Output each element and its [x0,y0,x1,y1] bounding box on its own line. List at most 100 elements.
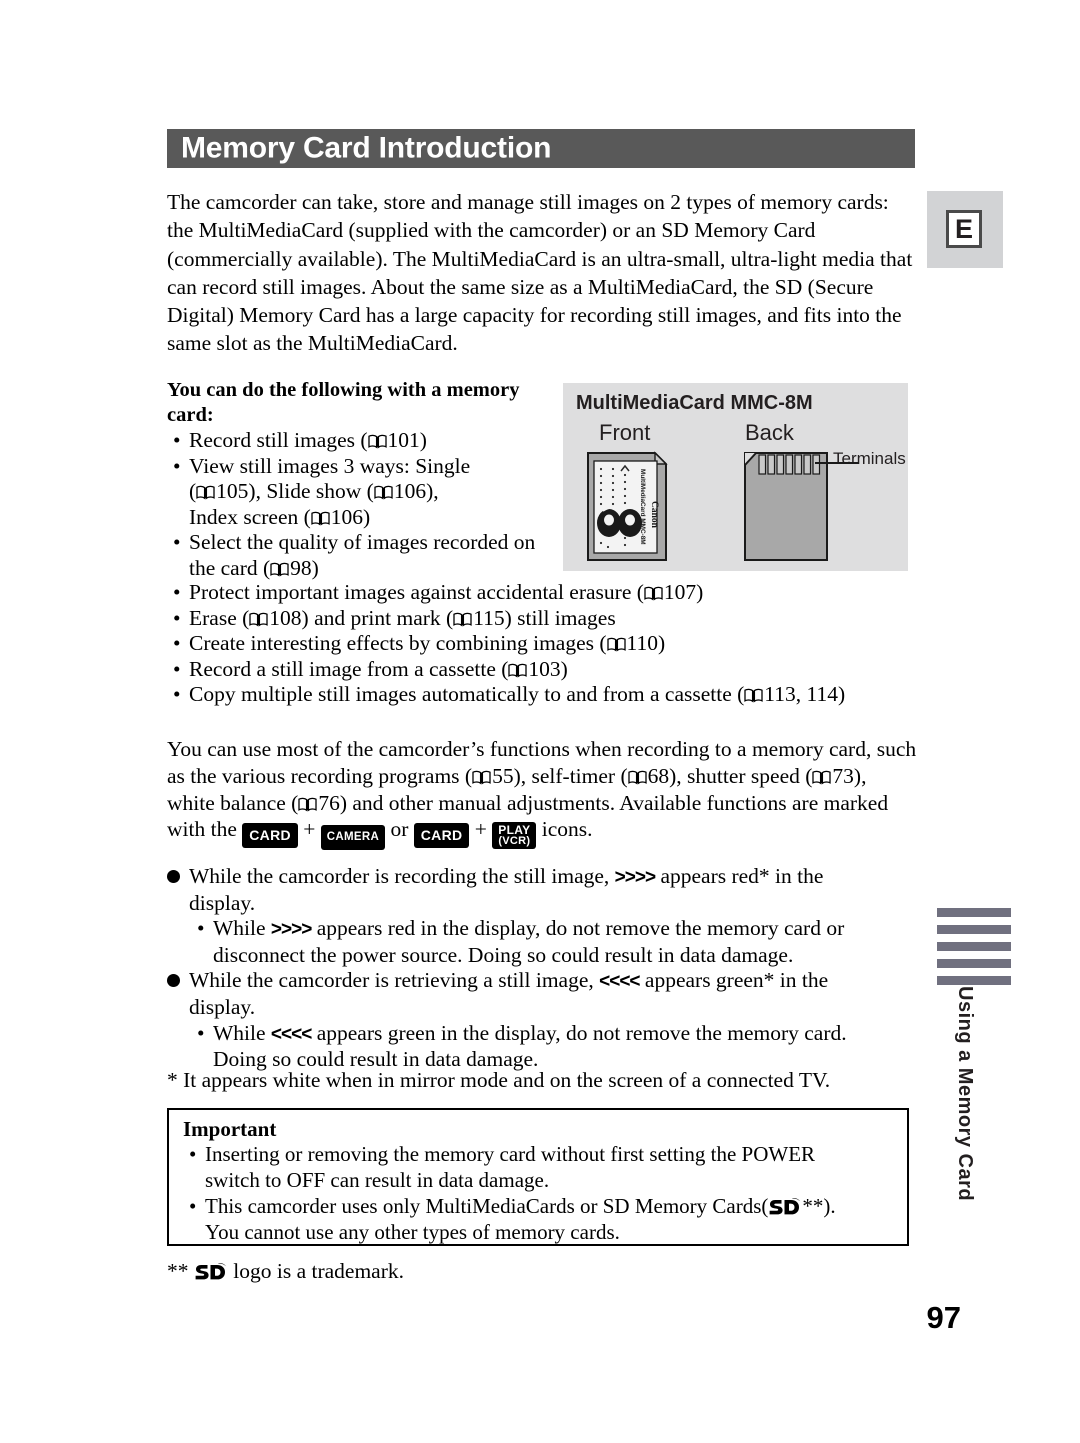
capabilities-column: You can do the following with a memory c… [167,378,559,582]
write-arrows-indicator: >>>> [614,867,656,888]
margin-tab-bar [937,976,1011,985]
list-item-text-a: Create interesting effects by combining … [189,631,607,656]
document-page: Memory Card Introduction E The camcorder… [0,0,1080,1443]
section-title-bar: Memory Card Introduction [167,129,915,168]
important-item-2b: **). [802,1194,836,1218]
list-item-text-c: ) [311,555,319,580]
note-retrieving: While the camcorder is retrieving a stil… [167,968,927,1020]
status-notes: While the camcorder is recording the sti… [167,864,927,1073]
book-icon [311,511,330,526]
important-list: • Inserting or removing the memory card w… [183,1141,895,1245]
page-ref: 98 [290,555,312,580]
note-text-b: appears green* in the [644,968,829,993]
margin-tab-bar [937,925,1011,934]
page-ref: 105 [216,479,249,504]
list-item-text-f: ) [363,504,371,529]
page-title: Memory Card Introduction [181,130,552,164]
list-item-text-b: ) [837,682,846,707]
sub-text-b: appears red in the display, do not remov… [316,916,845,941]
svg-text:Canon: Canon [649,501,659,529]
list-item-text-b: ( [189,479,197,504]
book-icon [812,770,832,785]
sub-text-c: disconnect the power source. Doing so co… [213,942,794,967]
list-item-text-a: Protect important images against acciden… [189,580,644,604]
list-item: • View still images 3 ways: Single(105), … [167,454,559,531]
important-item-1b: switch to OFF can result in data damage. [205,1168,550,1192]
important-content: Important • Inserting or removing the mem… [169,1110,907,1245]
bullet-dot: • [173,428,181,452]
list-item-text-b: ) and print mark ( [301,605,454,630]
note-text-b: appears red* in the [660,864,824,888]
page-ref: 101 [387,428,420,452]
list-item-text-b: the card ( [189,555,271,580]
margin-tab-label: Using a Memory Card [954,986,976,1202]
back-card-graphic [744,452,859,561]
list-item: • Copy multiple still images automaticall… [167,682,927,708]
list-item-text-c: ), Slide show ( [248,479,374,504]
list-item-text-a: Erase ( [189,605,250,630]
note-text-c: display. [189,994,256,1019]
bullet-dot: • [197,916,205,941]
mode-badge-camera: CAMERA [320,824,386,850]
important-title: Important [183,1117,277,1141]
chapter-margin-tab: Using a Memory Card [925,908,1011,1258]
sd-logo-icon [194,1263,228,1281]
book-icon [744,688,763,703]
list-item: • Protect important images against accide… [167,580,927,606]
book-icon [270,562,289,577]
bullet-dot: • [173,605,181,630]
book-icon [453,612,472,627]
book-icon [606,637,626,652]
book-icon [627,770,647,785]
language-badge: E [927,191,1003,268]
list-item-text-b: ) [560,656,568,681]
page-ref: 110 [626,631,658,656]
bullet-dot: • [189,1142,197,1166]
margin-tab-bar [937,942,1011,951]
important-item-2a: This camcorder uses only MultiMediaCards… [205,1194,769,1218]
book-icon [508,663,528,678]
page-ref: 68 [647,763,670,788]
list-item: • Record a still image from a cassette (1… [167,657,927,683]
plus-sign-1: + [303,817,316,842]
list-item: • Inserting or removing the memory card w… [183,1141,895,1193]
bullet-dot: • [173,631,181,656]
list-item: • Erase (108) and print mark (115) still … [167,606,927,632]
mode-badge-play-vcr: PLAY (VCR) [492,822,537,850]
capabilities-wide-items: • Protect important images against accide… [167,580,927,708]
note-text-c: display. [189,890,256,915]
note-text-a: While the camcorder is recording the sti… [189,864,610,888]
page-ref: 113, 114 [764,682,838,707]
language-badge-letter: E [954,213,973,244]
plus-sign-2: + [474,817,487,842]
mode-badge-play-line2: (VCR) [498,835,531,848]
mode-badge-card: CARD [242,823,298,849]
page-ref: 107 [663,580,697,604]
mode-badge-card-2: CARD [413,823,470,849]
sub-text-a: While [213,1020,266,1045]
list-item: • Record still images ( 101) [167,428,559,454]
list-item-text-b: ) [419,428,427,452]
list-item-text-a: View still images 3 ways: Single [189,453,471,478]
bullet-dot: • [173,453,181,478]
language-badge-frame: E [946,210,982,248]
book-icon [472,770,491,785]
intro-paragraph: The camcorder can take, store and manage… [167,190,913,356]
write-arrows-indicator: >>>> [270,919,312,941]
list-item-text-d: ), [426,479,439,504]
page-ref: 103 [528,656,561,681]
page-ref: 106 [330,504,364,529]
list-item-text-a: Record still images ( [189,428,368,452]
functions-text-3: ), shutter speed ( [669,763,813,788]
read-arrows-indicator: <<<< [270,1023,312,1045]
list-item: • Create interesting effects by combining… [167,631,927,657]
capabilities-wide-list: • Protect important images against accide… [167,580,927,708]
important-item-2c: You cannot use any other types of memory… [205,1220,620,1244]
list-item-text-a: Copy multiple still images automatically… [189,682,745,707]
page-ref: 106 [393,479,427,504]
list-item-text-b: ) [696,580,704,604]
capabilities-lead: You can do the following with a memory c… [167,379,520,426]
page-ref: 73 [832,763,854,788]
filled-circle-bullet [167,974,180,988]
capabilities-list: • Record still images ( 101) • View still i… [167,428,559,582]
